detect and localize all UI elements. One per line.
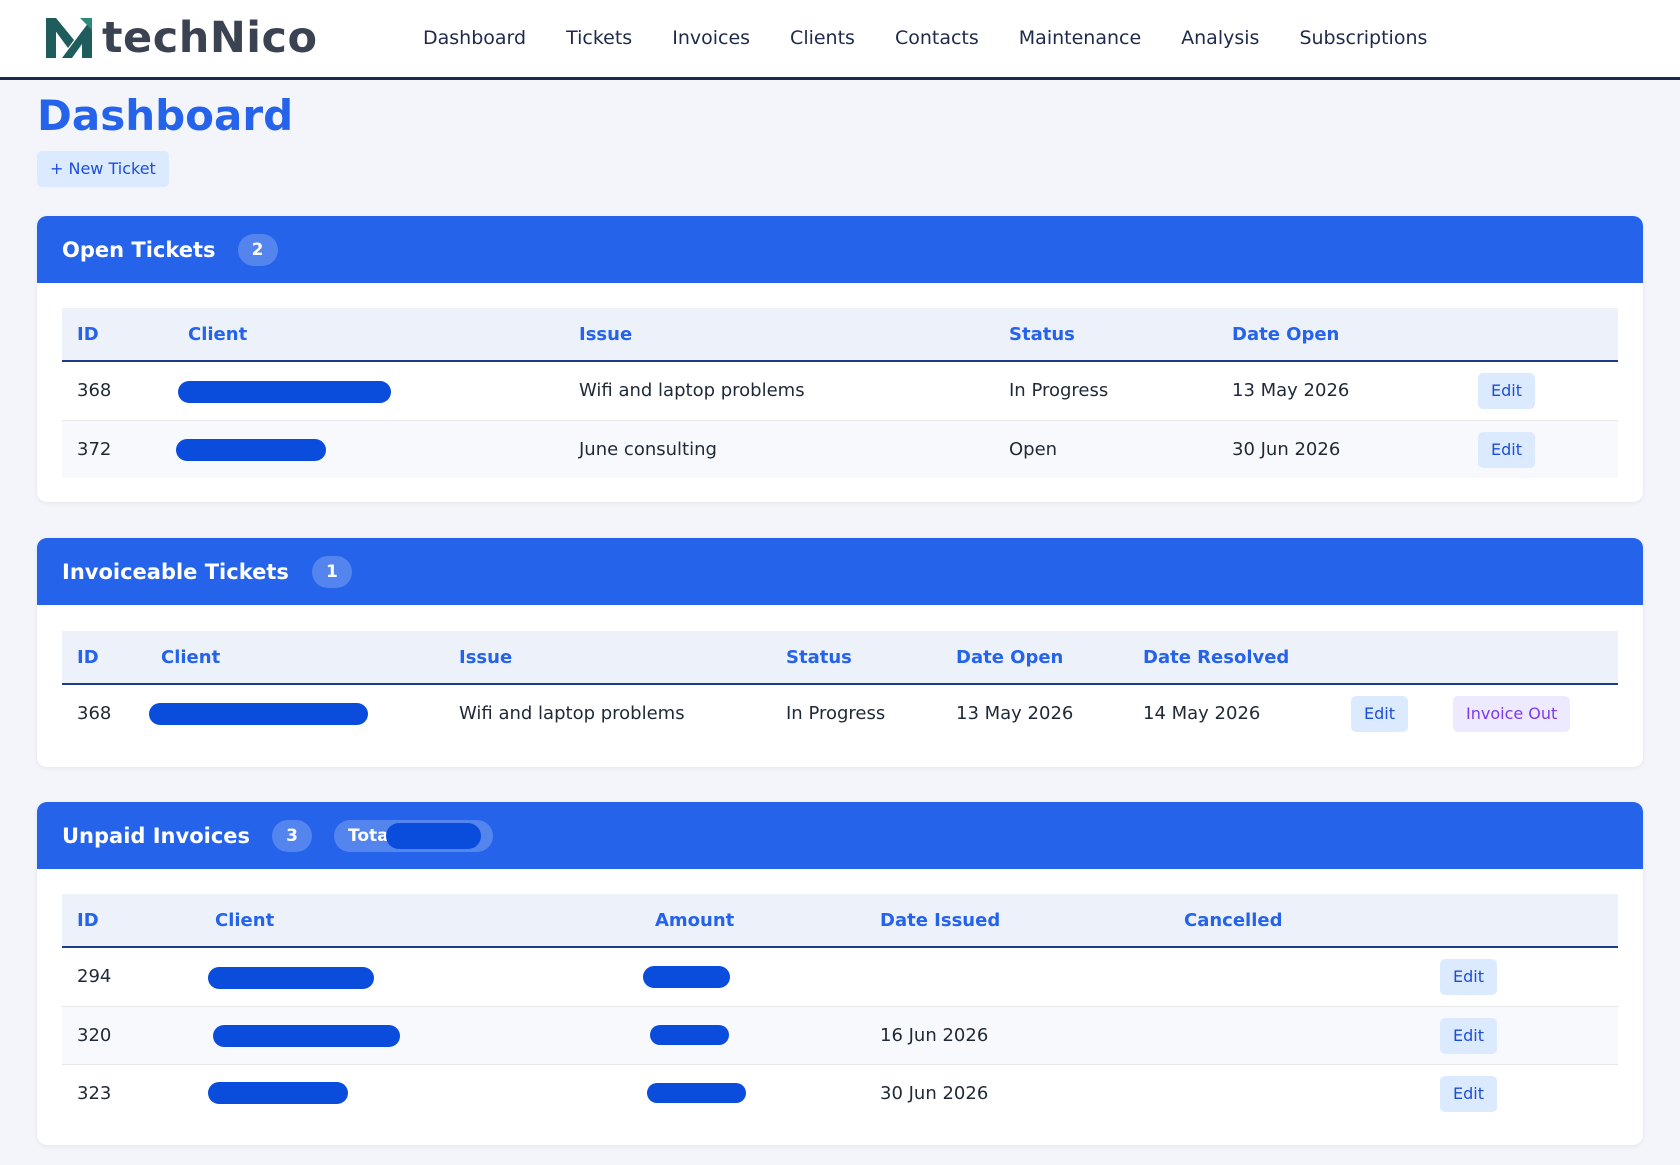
ticket-status: In Progress bbox=[786, 703, 886, 724]
table-header: ID Client Amount Date Issued Cancelled bbox=[62, 894, 1618, 948]
invoice-out-button[interactable]: Invoice Out bbox=[1453, 696, 1571, 732]
ticket-date-resolved: 14 May 2026 bbox=[1143, 703, 1261, 724]
col-date-open: Date Open bbox=[1232, 324, 1340, 345]
ticket-status: Open bbox=[1009, 439, 1058, 460]
ticket-issue: June consulting bbox=[579, 439, 717, 460]
col-status: Status bbox=[1009, 324, 1075, 345]
brand-logo[interactable]: techNico bbox=[44, 14, 318, 62]
ticket-date-open: 13 May 2026 bbox=[1232, 380, 1350, 401]
ticket-status: In Progress bbox=[1009, 380, 1109, 401]
open-tickets-count-badge: 2 bbox=[237, 233, 278, 266]
col-date-issued: Date Issued bbox=[880, 910, 1001, 931]
nav-subscriptions[interactable]: Subscriptions bbox=[1299, 22, 1427, 54]
table-row: 320 16 Jun 2026 Edit bbox=[62, 1006, 1618, 1064]
edit-button[interactable]: Edit bbox=[1440, 959, 1497, 995]
col-issue: Issue bbox=[459, 647, 513, 668]
nav-tickets[interactable]: Tickets bbox=[566, 22, 632, 54]
col-date-resolved: Date Resolved bbox=[1143, 647, 1290, 668]
open-tickets-card: Open Tickets 2 ID Client Issue Status Da… bbox=[37, 216, 1643, 502]
unpaid-invoices-title: Unpaid Invoices bbox=[62, 823, 251, 848]
table-row: 294 Edit bbox=[62, 948, 1618, 1006]
nav-maintenance[interactable]: Maintenance bbox=[1019, 22, 1141, 54]
col-date-open: Date Open bbox=[956, 647, 1064, 668]
redacted-client bbox=[149, 703, 368, 725]
redacted-client bbox=[176, 439, 326, 461]
redacted-amount bbox=[643, 966, 730, 988]
redacted-client bbox=[178, 381, 391, 403]
unpaid-invoices-header: Unpaid Invoices 3 Total bbox=[37, 802, 1643, 869]
technico-logo-icon bbox=[46, 18, 92, 58]
nav-contacts[interactable]: Contacts bbox=[895, 22, 979, 54]
ticket-id: 368 bbox=[77, 380, 112, 401]
invoiceable-tickets-header: Invoiceable Tickets 1 bbox=[37, 538, 1643, 605]
table-row: 368 Wifi and laptop problems In Progress… bbox=[62, 685, 1618, 743]
table-header: ID Client Issue Status Date Open bbox=[62, 308, 1618, 362]
col-issue: Issue bbox=[579, 324, 633, 345]
open-tickets-header: Open Tickets 2 bbox=[37, 216, 1643, 283]
ticket-issue: Wifi and laptop problems bbox=[459, 703, 685, 724]
ticket-date-open: 13 May 2026 bbox=[956, 703, 1074, 724]
unpaid-invoices-card: Unpaid Invoices 3 Total ID Client Amount… bbox=[37, 802, 1643, 1145]
edit-button[interactable]: Edit bbox=[1440, 1018, 1497, 1054]
col-client: Client bbox=[188, 324, 248, 345]
invoiceable-tickets-card: Invoiceable Tickets 1 ID Client Issue St… bbox=[37, 538, 1643, 767]
redacted-amount bbox=[647, 1083, 746, 1103]
ticket-id: 372 bbox=[77, 439, 112, 460]
nav-analysis[interactable]: Analysis bbox=[1181, 22, 1259, 54]
nav-dashboard[interactable]: Dashboard bbox=[423, 22, 526, 54]
col-status: Status bbox=[786, 647, 852, 668]
edit-button[interactable]: Edit bbox=[1440, 1076, 1497, 1112]
nav-clients[interactable]: Clients bbox=[790, 22, 855, 54]
new-ticket-button[interactable]: + New Ticket bbox=[37, 151, 169, 187]
invoice-date-issued: 30 Jun 2026 bbox=[880, 1083, 989, 1104]
unpaid-invoices-table: ID Client Amount Date Issued Cancelled 2… bbox=[62, 894, 1618, 1122]
ticket-id: 368 bbox=[77, 703, 112, 724]
edit-button[interactable]: Edit bbox=[1351, 696, 1408, 732]
unpaid-total-badge: Total bbox=[334, 819, 494, 852]
open-tickets-title: Open Tickets bbox=[62, 237, 216, 262]
invoiceable-tickets-table: ID Client Issue Status Date Open Date Re… bbox=[62, 631, 1618, 743]
edit-button[interactable]: Edit bbox=[1478, 373, 1535, 409]
table-row: 368 Wifi and laptop problems In Progress… bbox=[62, 362, 1618, 420]
brand-name: techNico bbox=[102, 13, 318, 63]
ticket-date-open: 30 Jun 2026 bbox=[1232, 439, 1341, 460]
col-id: ID bbox=[77, 910, 99, 931]
col-client: Client bbox=[215, 910, 275, 931]
col-amount: Amount bbox=[655, 910, 735, 931]
nav-invoices[interactable]: Invoices bbox=[672, 22, 750, 54]
ticket-issue: Wifi and laptop problems bbox=[579, 380, 805, 401]
table-row: 372 June consulting Open 30 Jun 2026 Edi… bbox=[62, 420, 1618, 478]
open-tickets-table: ID Client Issue Status Date Open 368 Wif… bbox=[62, 308, 1618, 478]
invoice-id: 323 bbox=[77, 1083, 112, 1104]
invoiceable-tickets-count-badge: 1 bbox=[311, 555, 352, 588]
redacted-client bbox=[213, 1025, 400, 1047]
table-row: 323 30 Jun 2026 Edit bbox=[62, 1064, 1618, 1122]
col-client: Client bbox=[161, 647, 221, 668]
table-header: ID Client Issue Status Date Open Date Re… bbox=[62, 631, 1618, 685]
col-cancelled: Cancelled bbox=[1184, 910, 1283, 931]
unpaid-invoices-count-badge: 3 bbox=[272, 819, 313, 852]
main-nav: Dashboard Tickets Invoices Clients Conta… bbox=[423, 22, 1467, 54]
invoice-date-issued: 16 Jun 2026 bbox=[880, 1025, 989, 1046]
col-id: ID bbox=[77, 647, 99, 668]
edit-button[interactable]: Edit bbox=[1478, 432, 1535, 468]
redacted-amount bbox=[650, 1025, 729, 1045]
col-id: ID bbox=[77, 324, 99, 345]
invoiceable-tickets-title: Invoiceable Tickets bbox=[62, 559, 289, 584]
redacted-client bbox=[208, 967, 374, 989]
redacted-client bbox=[208, 1082, 348, 1104]
invoice-id: 320 bbox=[77, 1025, 112, 1046]
top-nav: techNico Dashboard Tickets Invoices Clie… bbox=[0, 0, 1680, 80]
page-title: Dashboard bbox=[37, 91, 294, 140]
redacted-total bbox=[386, 822, 482, 849]
invoice-id: 294 bbox=[77, 966, 112, 987]
